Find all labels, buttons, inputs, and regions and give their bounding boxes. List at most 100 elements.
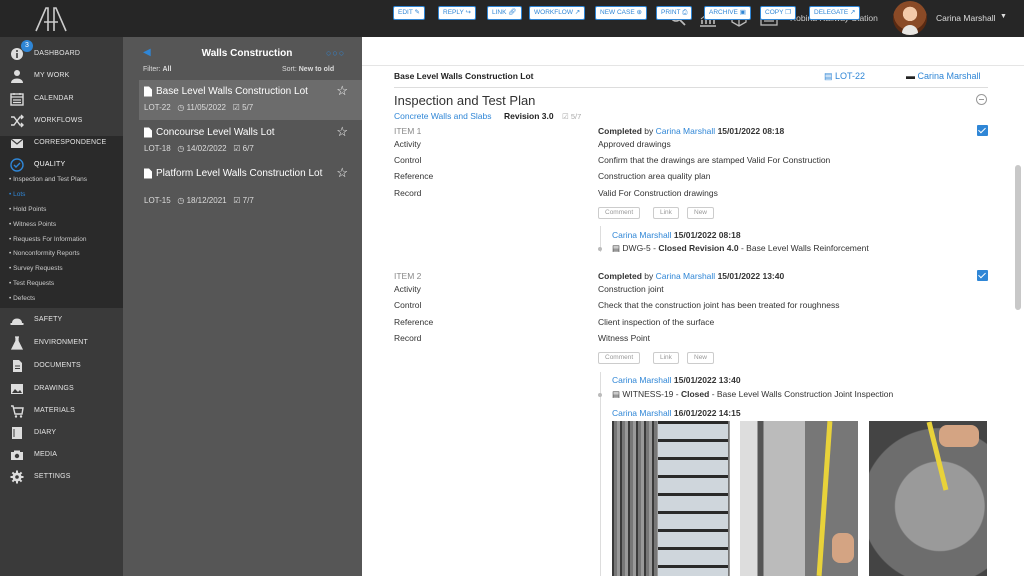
filter-value: All <box>162 66 172 73</box>
sidebar-item-label: MY WORK <box>34 72 70 79</box>
chevron-down-icon[interactable]: ▼ <box>1000 13 1007 20</box>
list-item[interactable]: Platform Level Walls Construction Lot LO… <box>139 162 362 210</box>
sub-item-ncr[interactable]: • Nonconformity Reports <box>9 250 80 257</box>
item-checkbox[interactable] <box>977 125 988 136</box>
sub-item-survey[interactable]: • Survey Requests <box>9 265 63 272</box>
sidebar-item-calendar[interactable]: CALENDAR <box>0 88 123 110</box>
item-status: Completed <box>598 126 642 136</box>
comment-button[interactable]: Comment <box>598 207 641 219</box>
sub-item-label: Hold Points <box>13 206 47 213</box>
sidebar-item-settings[interactable]: SETTINGS <box>0 466 123 488</box>
more-icon[interactable]: ○○○ <box>326 48 345 58</box>
lot-reference: LOT-22 <box>835 71 866 81</box>
sidebar-item-safety[interactable]: SAFETY <box>0 309 123 331</box>
item-user-link[interactable]: Carina Marshall <box>656 126 716 136</box>
sidebar-item-dashboard[interactable]: DASHBOARD <box>0 43 123 65</box>
new-button[interactable]: New <box>687 207 715 219</box>
item-user-link[interactable]: Carina Marshall <box>656 271 716 281</box>
sub-item-hold-points[interactable]: • Hold Points <box>9 206 46 213</box>
linked-document[interactable]: ▤ DWG-5 - Closed Revision 4.0 - Base Lev… <box>612 243 869 254</box>
control-value: Confirm that the drawings are stamped Va… <box>598 155 831 165</box>
list-item[interactable]: Base Level Walls Construction Lot LOT-22… <box>139 80 362 120</box>
sub-item-test[interactable]: • Test Requests <box>9 280 54 287</box>
avatar[interactable] <box>893 1 927 35</box>
item-status: Completed <box>598 271 642 281</box>
edit-button[interactable]: EDIT ✎ <box>393 6 425 20</box>
sidebar-item-label: WORKFLOWS <box>34 117 83 124</box>
item-status-line: Completed by Carina Marshall 15/01/2022 … <box>598 271 784 281</box>
shuffle-icon <box>11 114 24 128</box>
sub-item-witness-points[interactable]: • Witness Points <box>9 221 56 228</box>
new-button[interactable]: New <box>687 352 715 364</box>
user-name[interactable]: Carina Marshall <box>936 13 996 23</box>
sub-item-rfi[interactable]: • Requests For Information <box>9 236 86 243</box>
item-datetime: 15/01/2022 08:18 <box>717 126 785 136</box>
record-value: Valid For Construction drawings <box>598 188 718 198</box>
print-button[interactable]: PRINT ⎙ <box>656 6 693 20</box>
lot-owner-link[interactable]: ▬ Carina Marshall <box>906 71 981 81</box>
sub-item-defects[interactable]: • Defects <box>9 295 35 302</box>
sidebar-item-quality[interactable]: QUALITY <box>0 154 123 176</box>
delegate-button[interactable]: DELEGATE ↗ <box>809 6 861 20</box>
separator: - <box>673 389 681 399</box>
item-datetime: 15/01/2022 13:40 <box>717 271 785 281</box>
sidebar-item-documents[interactable]: DOCUMENTS <box>0 355 123 377</box>
collapse-icon[interactable] <box>976 94 987 105</box>
comment-button[interactable]: Comment <box>598 352 641 364</box>
link-button[interactable]: Link <box>653 352 679 364</box>
record-label: Record <box>394 333 422 343</box>
sidebar-item-workflows[interactable]: WORKFLOWS <box>0 110 123 132</box>
timeline-dot <box>598 247 602 251</box>
list-item[interactable]: Concourse Level Walls Lot LOT-18 ◷ 14/02… <box>139 121 362 161</box>
reference-value: Client inspection of the surface <box>598 317 715 327</box>
sidebar-item-materials[interactable]: MATERIALS <box>0 400 123 422</box>
lot-owner: Carina Marshall <box>917 71 981 81</box>
photo-thumbnail[interactable] <box>869 421 987 576</box>
sub-item-lots[interactable]: • Lots <box>9 191 25 198</box>
link-entry-user[interactable]: Carina Marshall <box>612 230 672 240</box>
sidebar-item-my-work[interactable]: MY WORK <box>0 65 123 87</box>
photo-thumbnail[interactable] <box>740 421 858 576</box>
item-number: ITEM 1 <box>394 126 422 136</box>
archive-button[interactable]: ARCHIVE ▣ <box>704 6 751 20</box>
item-checkbox[interactable] <box>977 270 988 281</box>
sub-item-itp[interactable]: • Inspection and Test Plans <box>9 176 87 183</box>
lot-meta: LOT-18 ◷ 14/02/2022 ☑ 6/7 <box>144 144 254 153</box>
sub-item-label: Test Requests <box>12 280 55 287</box>
link-button[interactable]: Link <box>653 207 679 219</box>
lot-meta: LOT-22 ◷ 11/05/2022 ☑ 5/7 <box>144 103 254 112</box>
new-case-button[interactable]: NEW CASE ⊕ <box>595 6 647 20</box>
sidebar-item-media[interactable]: MEDIA <box>0 444 123 466</box>
sidebar-item-drawings[interactable]: DRAWINGS <box>0 378 123 400</box>
sidebar-item-environment[interactable]: ENVIRONMENT <box>0 332 123 354</box>
sort-value: New to old <box>298 66 335 73</box>
lot-reference-link[interactable]: ▤ LOT-22 <box>824 71 865 82</box>
linked-document[interactable]: ▤ WITNESS-19 - Closed - Base Level Walls… <box>612 389 893 400</box>
link-entry-header: Carina Marshall 15/01/2022 13:40 <box>612 375 741 385</box>
sub-item-label: Witness Points <box>13 221 57 228</box>
reply-button[interactable]: REPLY ↪ <box>438 6 476 20</box>
workflow-button[interactable]: WORKFLOW ↗ <box>529 6 586 20</box>
document-icon: ▤ <box>612 389 621 399</box>
sidebar-item-correspondence[interactable]: CORRESPONDENCE <box>0 132 123 154</box>
sidebar-item-diary[interactable]: DIARY <box>0 422 123 444</box>
scrollbar[interactable] <box>1015 165 1021 310</box>
mail-icon <box>10 138 24 148</box>
media-entry-user[interactable]: Carina Marshall <box>612 408 672 418</box>
filter-control[interactable]: Filter: All <box>143 66 171 73</box>
document-icon: ▤ <box>612 243 621 253</box>
link-button[interactable]: LINK 🔗︎ <box>487 6 522 20</box>
app-logo-icon[interactable] <box>34 6 68 32</box>
star-icon[interactable]: ☆ <box>336 165 348 181</box>
copy-button[interactable]: COPY ❐ <box>760 6 796 20</box>
sidebar-item-label: DRAWINGS <box>34 385 74 392</box>
itp-link[interactable]: Concrete Walls and Slabs <box>394 111 491 121</box>
sidebar-item-label: MATERIALS <box>34 407 75 414</box>
back-arrow-icon[interactable]: ◀ <box>143 47 151 58</box>
link-entry-user[interactable]: Carina Marshall <box>612 375 672 385</box>
sub-item-label: Lots <box>13 191 26 198</box>
star-icon[interactable]: ☆ <box>336 124 348 140</box>
star-icon[interactable]: ☆ <box>336 83 348 99</box>
photo-thumbnail[interactable] <box>612 421 730 576</box>
sort-control[interactable]: Sort: New to old <box>282 66 334 73</box>
